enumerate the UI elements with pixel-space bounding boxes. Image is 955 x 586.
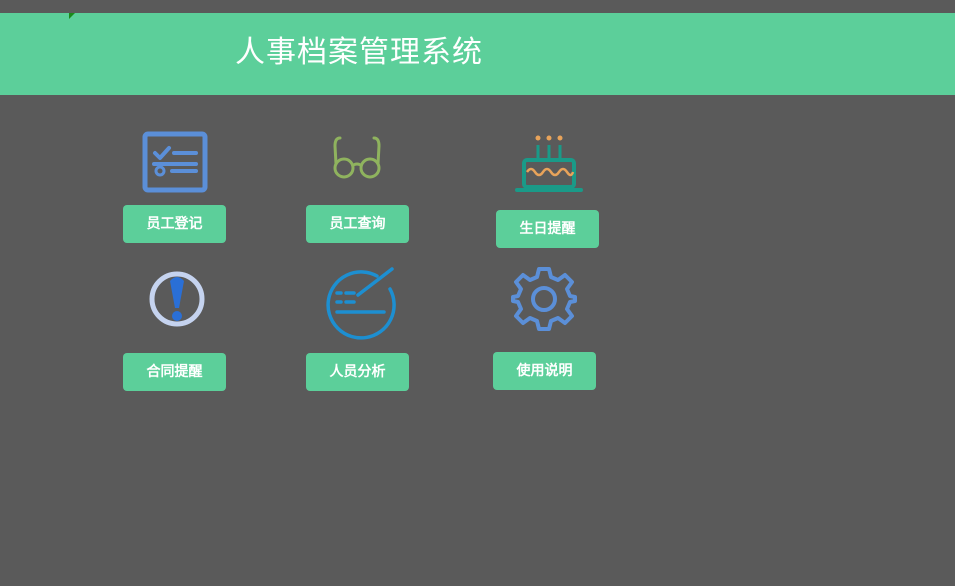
glasses-icon[interactable] [330,134,384,182]
top-strip [0,0,955,13]
user-guide-button[interactable]: 使用说明 [493,352,596,390]
header-bar: 人事档案管理系统 [0,13,955,95]
page-title: 人事档案管理系统 [235,35,483,70]
app-window: 人事档案管理系统 员工登记 员工查询 生日提醒 合同提醒 人员分析 使用说明 [0,0,955,586]
birthday-cake-icon[interactable] [515,134,583,194]
checklist-icon[interactable] [142,131,208,193]
birthday-reminder-button[interactable]: 生日提醒 [496,210,599,248]
gear-icon[interactable] [511,266,577,332]
employee-register-button[interactable]: 员工登记 [123,205,226,243]
employee-query-button[interactable]: 员工查询 [306,205,409,243]
analysis-icon[interactable] [322,267,396,341]
exclamation-icon[interactable] [148,270,206,328]
personnel-analysis-button[interactable]: 人员分析 [306,353,409,391]
contract-reminder-button[interactable]: 合同提醒 [123,353,226,391]
corner-marker [69,13,75,19]
